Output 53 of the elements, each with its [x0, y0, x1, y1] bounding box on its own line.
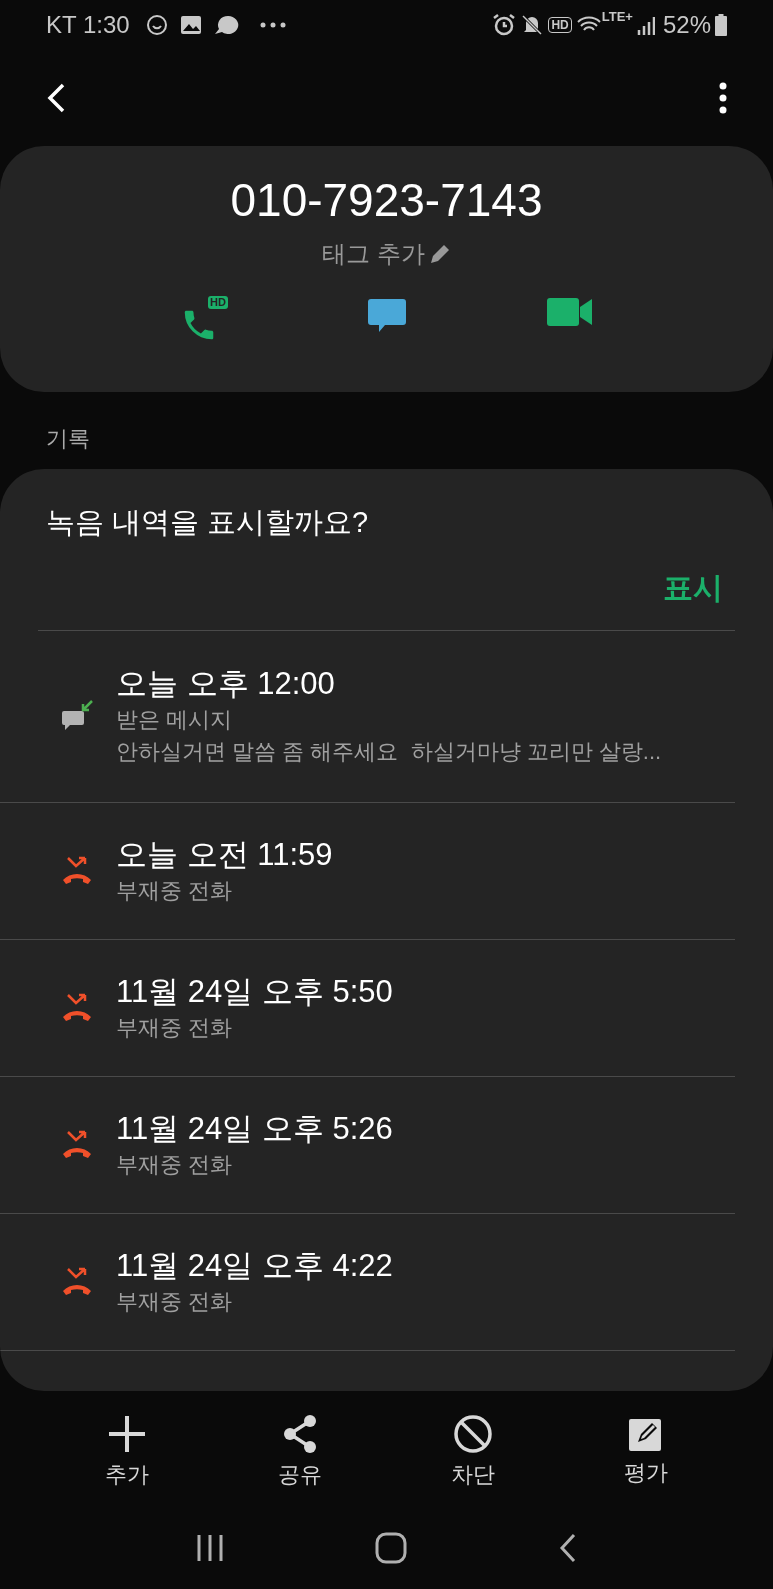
action-button[interactable]: 평가 — [586, 1397, 707, 1507]
recent-apps-icon[interactable] — [195, 1533, 224, 1563]
action-button[interactable]: 공유 — [239, 1397, 360, 1507]
missed-call-icon — [60, 992, 94, 1023]
video-call-button[interactable] — [547, 296, 594, 328]
history-entry[interactable]: 오늘 오후 12:00 받은 메시지 안하실거면 말씀 좀 해주세요 하실거마냥 꼬리만 살랑... — [116, 664, 662, 768]
missed-call-icon — [60, 1266, 94, 1297]
entry-type: 받은 메시지 — [116, 706, 234, 734]
show-button[interactable]: 표시 — [663, 564, 723, 610]
back-icon[interactable] — [46, 82, 66, 114]
recording-prompt: 녹음 내역을 표시할까요? — [46, 505, 370, 540]
action-button[interactable]: 추가 — [66, 1397, 187, 1507]
pencil-icon — [428, 243, 451, 265]
network-type: LTE+ — [601, 10, 633, 23]
entry-type: 부재중 전화 — [116, 1287, 234, 1316]
phone-number: 010-7923-7143 — [230, 173, 543, 228]
mute-icon — [520, 13, 545, 37]
share-icon — [281, 1413, 318, 1454]
voice-call-button[interactable]: HD — [179, 296, 228, 344]
back-nav-icon[interactable] — [557, 1532, 578, 1564]
entry-time: 오늘 오후 12:00 — [116, 665, 336, 703]
action-button[interactable]: 차단 — [413, 1397, 534, 1507]
entry-type: 부재중 전화 — [116, 1150, 234, 1179]
entry-type: 부재중 전화 — [116, 1013, 234, 1042]
more-icon — [259, 22, 286, 28]
entry-time: 11월 24일 오후 4:22 — [116, 1246, 393, 1285]
entry-type: 부재중 전화 — [116, 876, 234, 905]
entry-time: 11월 24일 오후 5:50 — [116, 972, 393, 1011]
plus-icon — [106, 1413, 147, 1454]
smiley-icon — [145, 14, 168, 36]
more-options-icon[interactable] — [719, 82, 727, 114]
home-icon[interactable] — [374, 1532, 407, 1564]
signal-icon — [636, 15, 655, 35]
section-label: 기록 — [46, 425, 91, 453]
history-entry[interactable]: 11월 24일 오후 5:50 부재중 전화 — [116, 971, 393, 1044]
battery-icon — [715, 14, 727, 36]
entry-time: 오늘 오전 11:59 — [116, 835, 333, 874]
add-tag-button[interactable]: 태그 추가 — [322, 236, 451, 272]
history-entry[interactable]: 11월 24일 오후 5:26 부재중 전화 — [116, 1108, 393, 1181]
alarm-icon — [492, 13, 517, 37]
history-entry[interactable]: 11월 24일 오후 4:22 부재중 전화 — [116, 1245, 393, 1318]
chat-bubble-icon — [213, 14, 240, 36]
battery-percent: 52% — [662, 10, 711, 40]
entry-time: 11월 24일 오후 5:26 — [116, 1109, 393, 1148]
history-entry[interactable]: 오늘 오전 11:59 부재중 전화 — [116, 834, 333, 907]
block-icon — [453, 1413, 494, 1454]
image-icon — [179, 15, 202, 35]
received-message-icon — [60, 699, 94, 733]
missed-call-icon — [60, 855, 94, 886]
missed-call-icon — [60, 1129, 94, 1160]
hd-voice-indicator: HD — [548, 17, 572, 33]
message-preview: 안하실거면 말씀 좀 해주세요 하실거마냥 꼬리만 살랑... — [116, 738, 662, 766]
carrier-time: KT 1:30 — [46, 10, 130, 40]
